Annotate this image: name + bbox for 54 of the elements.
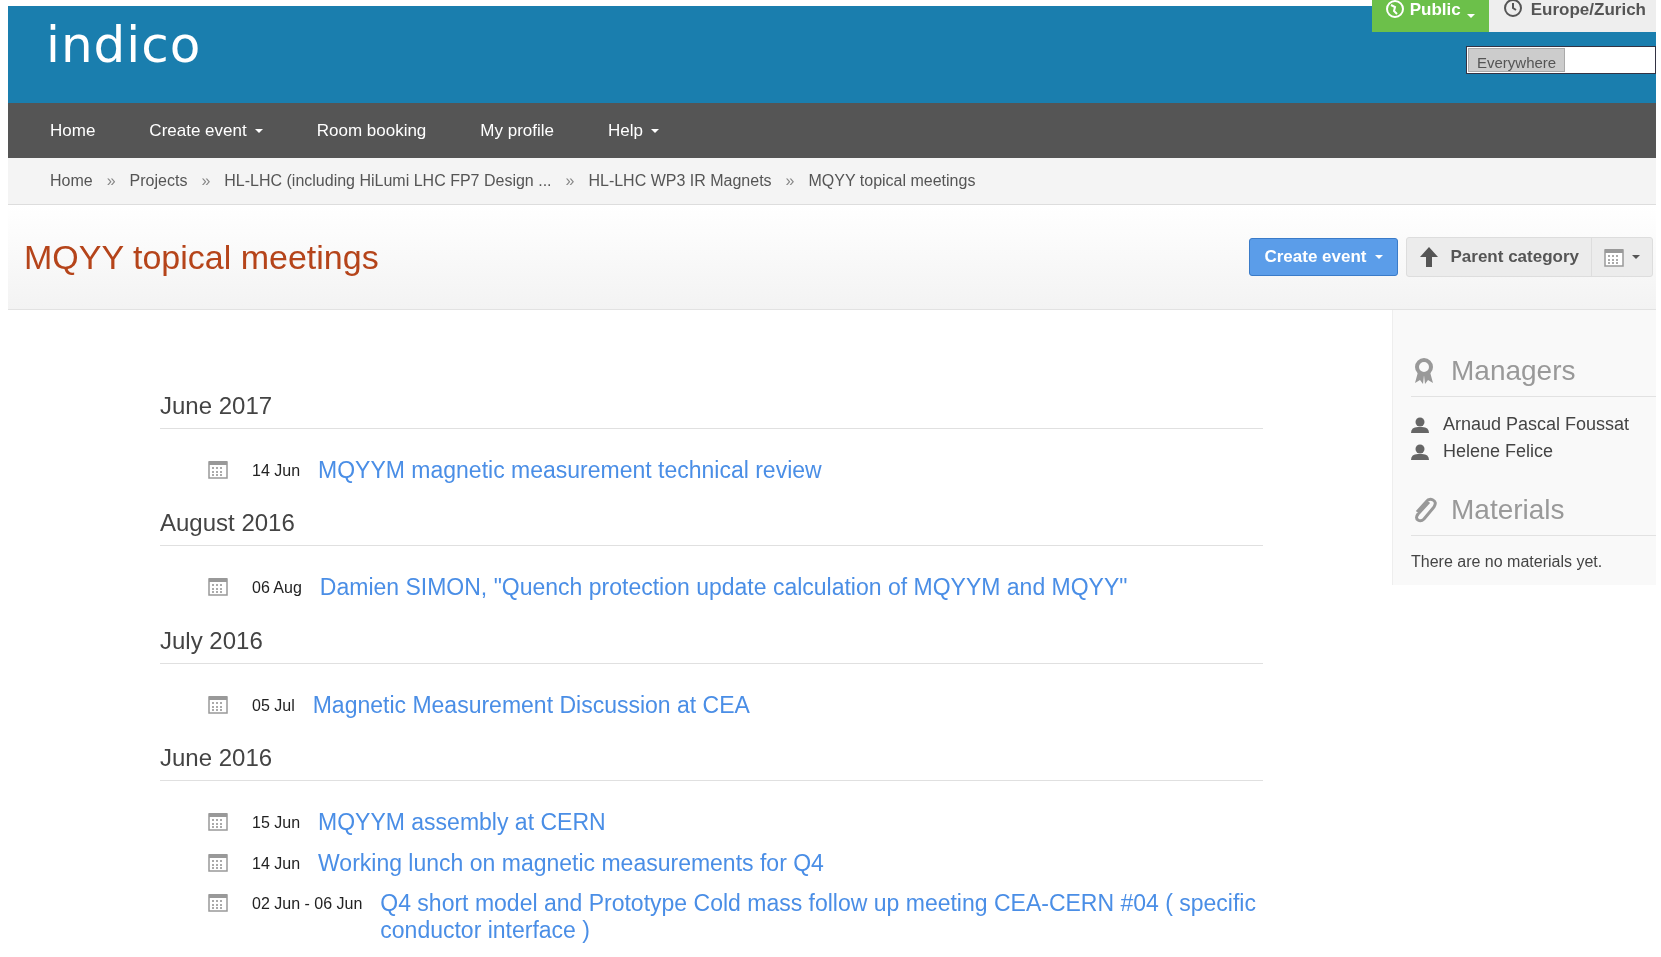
- event-link[interactable]: Damien SIMON, "Quench protection update calculation of MQYYM and MQYY": [319, 574, 1263, 601]
- calendar-icon: [208, 693, 228, 714]
- page-title: MQYY topical meetings: [24, 236, 379, 278]
- search-field[interactable]: Everywhere: [1466, 46, 1656, 74]
- calendar-icon: [208, 576, 228, 597]
- month-heading: June 2016: [160, 740, 1263, 782]
- up-arrow-icon: [1418, 246, 1439, 268]
- timezone-button[interactable]: Europe/Zurich: [1488, 0, 1656, 32]
- manager-name: Helene Felice: [1443, 440, 1554, 463]
- calendar-icon: [208, 811, 228, 832]
- event-link[interactable]: Working lunch on magnetic measurements for Q4: [318, 849, 1263, 877]
- breadcrumb-link[interactable]: HL-LHC WP3 IR Magnets: [588, 169, 772, 193]
- calendar-icon: [208, 851, 228, 872]
- breadcrumb-separator: »: [106, 171, 116, 191]
- month-heading: August 2016: [160, 505, 1263, 547]
- event-link[interactable]: Q4 short model and Prototype Cold mass follow up meeting CEA-CERN #04 ( specific conductor interface ): [380, 890, 1263, 944]
- manager-name: Arnaud Pascal Foussat: [1443, 413, 1630, 436]
- breadcrumb-separator: »: [785, 171, 795, 191]
- event-date: 14 Jun: [252, 854, 301, 874]
- event-date: 05 Jul: [252, 696, 295, 716]
- caret-icon: [1374, 255, 1383, 259]
- nav-item[interactable]: My profile: [480, 117, 581, 144]
- month-heading: July 2016: [160, 622, 1263, 664]
- user-icon: [1411, 416, 1429, 433]
- section-heading: Managers: [1451, 354, 1576, 388]
- event-link[interactable]: MQYYM assembly at CERN: [318, 809, 1263, 836]
- user-icon: [1411, 443, 1429, 460]
- event-link[interactable]: Magnetic Measurement Discussion at CEA: [312, 691, 1263, 719]
- calendar-icon: [208, 459, 228, 479]
- clock-icon: [1502, 0, 1523, 18]
- empty-message: There are no materials yet.: [1411, 552, 1604, 572]
- breadcrumb-link[interactable]: Projects: [129, 169, 188, 193]
- breadcrumb-link[interactable]: Home: [50, 169, 93, 193]
- nav-item[interactable]: Create event: [149, 117, 290, 144]
- event-date: 15 Jun: [252, 814, 301, 833]
- logo[interactable]: indico: [46, 8, 202, 83]
- event-date: 14 Jun: [252, 462, 301, 481]
- breadcrumb-separator: »: [565, 171, 575, 191]
- breadcrumb-link[interactable]: HL-LHC (including HiLumi LHC FP7 Design ...: [224, 169, 552, 193]
- nav-item[interactable]: Room booking: [316, 117, 454, 144]
- month-heading: June 2017: [160, 388, 1263, 429]
- nav-item[interactable]: Help: [608, 117, 686, 144]
- event-date: 02 Jun - 06 Jun: [252, 895, 363, 914]
- globe-icon: [1385, 0, 1404, 18]
- nav-item[interactable]: Home: [50, 117, 123, 144]
- event-date: 06 Aug: [252, 579, 302, 598]
- search-scope-button[interactable]: Everywhere: [1468, 48, 1566, 72]
- event-link[interactable]: MQYYM magnetic measurement technical review: [318, 457, 1263, 484]
- caret-icon: [1466, 14, 1475, 18]
- calendar-icon: [208, 892, 228, 913]
- caret-icon: [1632, 255, 1640, 259]
- breadcrumb-separator: »: [201, 171, 211, 191]
- section-heading: Materials: [1451, 493, 1565, 527]
- calendar-icon: [1604, 247, 1624, 267]
